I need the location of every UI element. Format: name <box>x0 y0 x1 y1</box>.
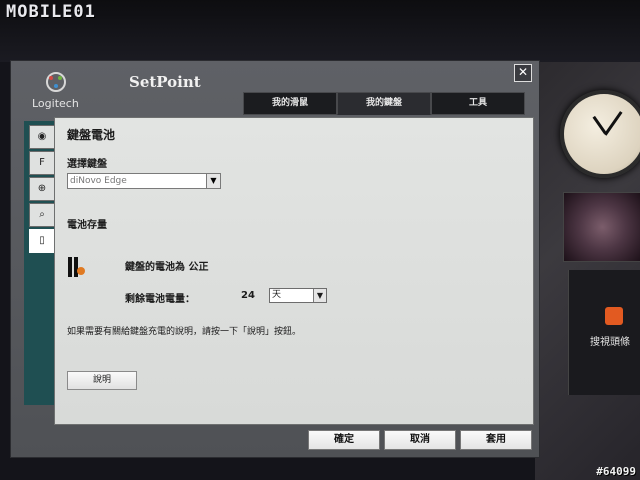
tab-my-mouse[interactable]: 我的滑鼠 <box>243 92 337 115</box>
select-keyboard-label: 選擇鍵盤 <box>67 159 107 170</box>
battery-section-label: 電池存量 <box>67 220 107 231</box>
logitech-logo-icon <box>46 72 66 92</box>
battery-level-icon <box>68 257 85 277</box>
keyboard-battery-panel: 鍵盤電池 選擇鍵盤 diNovo Edge ▼ 電池存量 鍵盤的電池為 公正 剩… <box>54 117 534 425</box>
photo-id: #64099 <box>596 465 636 478</box>
help-text: 如果需要有關給鍵盤充電的說明，請按一下「說明」按鈕。 <box>67 327 302 337</box>
battery-status-text: 鍵盤的電池為 公正 <box>125 262 209 273</box>
ok-button[interactable]: 確定 <box>308 430 380 450</box>
unit-select[interactable]: 天 ▼ <box>269 288 327 303</box>
keyboard-settings-icon[interactable]: ◉ <box>29 125 55 149</box>
tab-my-keyboard[interactable]: 我的鍵盤 <box>337 92 431 115</box>
apply-button[interactable]: 套用 <box>460 430 532 450</box>
setpoint-window: Logitech SetPoint ✕ 我的滑鼠 我的鍵盤 工具 ◉ F ⊕ ⌕… <box>10 60 540 458</box>
search-icon[interactable]: ⌕ <box>29 203 55 227</box>
watermark-strip <box>0 0 640 62</box>
feed-label: 搜視頭條 <box>590 337 630 348</box>
logitech-brand: Logitech <box>32 97 79 110</box>
remaining-value: 24 <box>241 290 255 301</box>
app-title: SetPoint <box>129 73 201 91</box>
clock-gadget <box>560 90 640 178</box>
function-key-icon[interactable]: F <box>29 151 55 175</box>
remaining-label: 剩餘電池電量： <box>125 294 195 305</box>
chevron-down-icon: ▼ <box>206 174 220 188</box>
battery-icon[interactable]: ▯ <box>29 229 55 253</box>
tab-tools[interactable]: 工具 <box>431 92 525 115</box>
cancel-button[interactable]: 取消 <box>384 430 456 450</box>
zoom-icon[interactable]: ⊕ <box>29 177 55 201</box>
photo-gallery-gadget[interactable] <box>563 192 640 262</box>
keyboard-select[interactable]: diNovo Edge ▼ <box>67 173 221 189</box>
rss-icon <box>605 307 623 325</box>
chevron-down-icon: ▼ <box>313 289 326 302</box>
close-button[interactable]: ✕ <box>514 64 532 82</box>
help-button[interactable]: 說明 <box>67 371 137 390</box>
watermark-brand: MOBILE01 <box>6 2 96 22</box>
page-title: 鍵盤電池 <box>67 128 116 142</box>
